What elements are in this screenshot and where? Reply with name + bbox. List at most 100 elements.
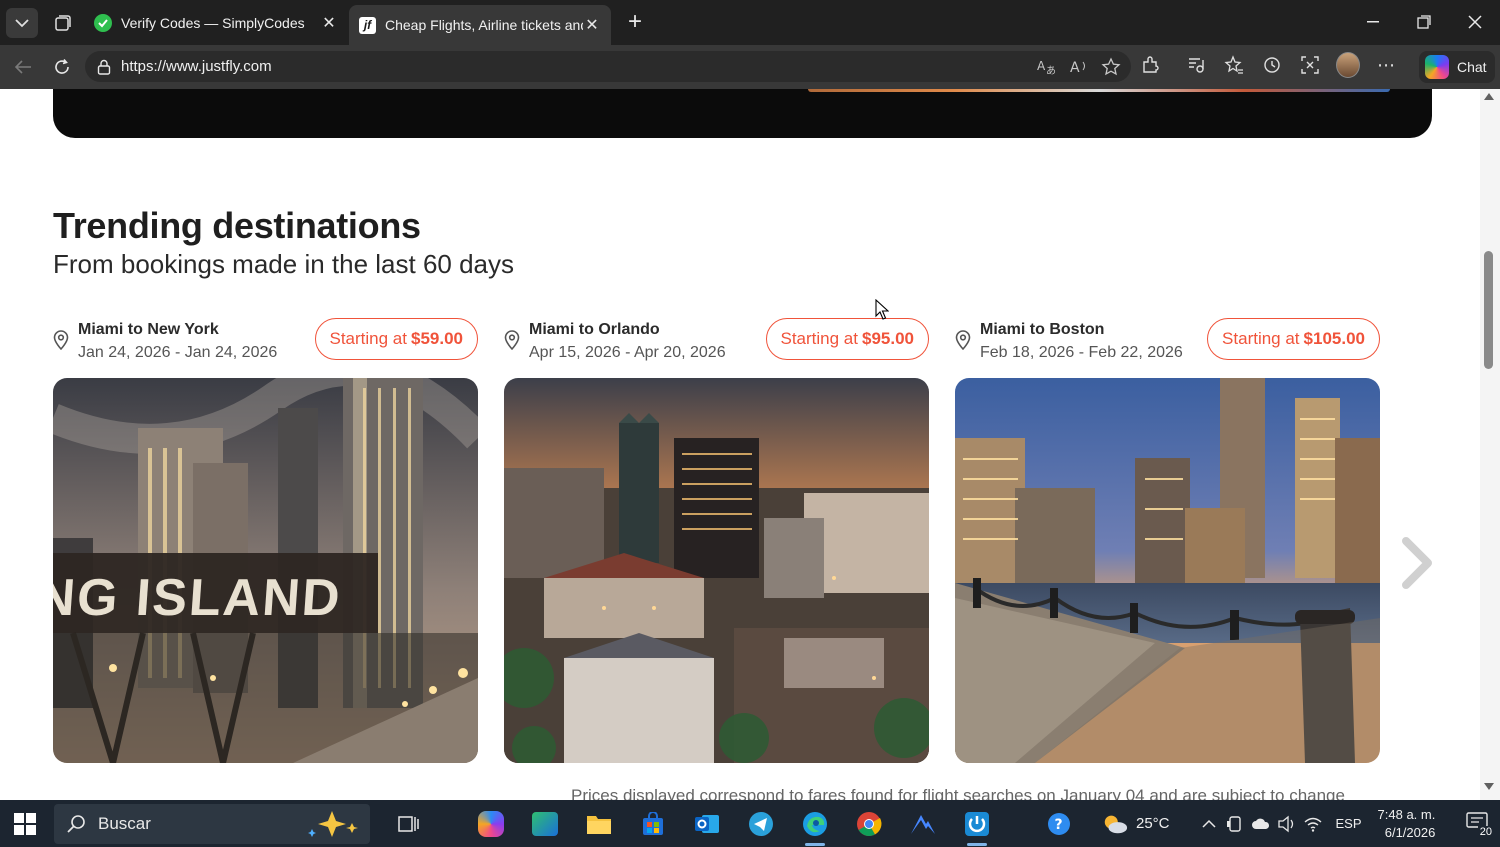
clock[interactable]: 7:48 a. m. 6/1/2026 [1378,806,1436,842]
hero-banner-bottom [53,89,1432,138]
back-arrow-icon [14,60,31,74]
wifi-icon[interactable] [1300,811,1326,837]
close-tab-icon[interactable]: ✕ [583,15,601,35]
close-window-button[interactable] [1455,8,1495,36]
store-icon [643,812,663,835]
taskbar-chrome[interactable] [842,806,896,842]
price-value: $95.00 [862,329,914,348]
restore-icon [1417,15,1431,29]
travel-dates: Jan 24, 2026 - Jan 24, 2026 [78,344,278,361]
destination-card-orlando[interactable]: Miami to Orlando Apr 15, 2026 - Apr 20, … [504,315,929,763]
vpn-app-icon [911,815,935,834]
taskbar-file-explorer[interactable] [572,806,626,842]
url-text[interactable]: https://www.justfly.com [121,58,272,75]
travel-dates: Feb 18, 2026 - Feb 22, 2026 [980,344,1183,361]
task-view-button[interactable] [382,806,436,842]
translate-icon[interactable]: Aあ [1035,55,1059,79]
back-button[interactable] [8,53,38,81]
workspaces-icon [55,15,71,31]
show-hidden-icons-chevron-icon[interactable] [1196,811,1222,837]
read-aloud-icon[interactable]: A [1067,55,1091,79]
media-control-icon[interactable] [1184,53,1208,77]
close-tab-icon[interactable]: ✕ [320,13,338,33]
price-badge[interactable]: Starting at $105.00 [1207,318,1380,360]
minimize-icon [1367,21,1379,23]
windows-logo-icon [14,813,36,835]
destination-image[interactable] [955,378,1380,763]
taskbar-nordvpn[interactable] [896,806,950,842]
travel-dates: Apr 15, 2026 - Apr 20, 2026 [529,344,726,361]
page-scrollbar[interactable] [1480,89,1500,800]
taskbar-search-box[interactable]: Buscar [54,804,370,844]
outlook-icon [695,815,719,833]
carousel-next-arrow-icon[interactable] [1400,537,1434,589]
profile-avatar[interactable] [1336,52,1360,78]
long-island-skyline-image: NG ISLAND [53,378,478,763]
taskbar-power-app[interactable] [950,806,1004,846]
scroll-down-arrow-icon[interactable] [1484,783,1494,790]
taskbar-outlook[interactable] [680,806,734,842]
destination-card-boston[interactable]: Miami to Boston Feb 18, 2026 - Feb 22, 2… [955,315,1380,763]
taskbar-telegram[interactable] [734,806,788,842]
restore-button[interactable] [1404,8,1444,36]
screenshot-icon[interactable] [1298,53,1322,77]
copilot-sparkle-icon [308,811,358,837]
scrollbar-thumb[interactable] [1484,251,1493,369]
taskbar-store[interactable] [626,806,680,842]
route-label: Miami to New York [78,321,219,338]
close-icon [1468,15,1482,29]
tab-title: Cheap Flights, Airline tickets and H [385,17,583,33]
svg-text:A: A [1037,59,1046,73]
avatar [1336,52,1360,78]
simplycodes-favicon-icon [94,13,112,32]
notification-center-button[interactable]: 20 [1466,812,1494,838]
taskbar-edu-app[interactable] [518,806,572,842]
location-pin-icon [53,330,69,350]
scroll-up-arrow-icon[interactable] [1484,93,1494,100]
chevron-down-icon [15,19,29,28]
onedrive-cloud-icon[interactable] [1248,811,1274,837]
volume-icon[interactable] [1274,811,1300,837]
destination-image[interactable] [504,378,929,763]
minimize-button[interactable] [1353,8,1393,36]
tab-justfly[interactable]: jf Cheap Flights, Airline tickets and H … [349,5,611,45]
mouse-cursor-icon [875,299,889,320]
tab-actions-menu-button[interactable] [6,8,38,38]
device-icon[interactable] [1222,811,1248,837]
system-tray: ? 25°C ESP 7:48 a. m. 6/1/2026 [1046,800,1453,847]
favorites-icon[interactable] [1222,53,1246,77]
new-tab-button[interactable]: + [620,8,650,38]
favorite-star-icon[interactable] [1099,55,1123,79]
workspaces-button[interactable] [48,8,78,38]
price-badge[interactable]: Starting at $59.00 [314,318,478,360]
svg-text:?: ? [1055,817,1063,833]
extensions-icon[interactable] [1138,53,1162,77]
weather-icon[interactable] [1102,811,1128,837]
price-prefix: Starting at [780,329,859,348]
start-button[interactable] [14,813,36,840]
taskbar-copilot-app[interactable] [464,806,518,842]
price-badge[interactable]: Starting at $95.00 [765,318,929,360]
more-menu-icon[interactable]: ⋯ [1374,53,1398,77]
destination-card-new-york[interactable]: Miami to New York Jan 24, 2026 - Jan 24,… [53,315,478,763]
price-prefix: Starting at [329,329,408,348]
svg-text:A: A [1070,60,1080,76]
copilot-chat-button[interactable]: Chat [1419,51,1495,83]
price-prefix: Starting at [1222,329,1300,348]
section-title: Trending destinations [53,205,421,246]
refresh-button[interactable] [47,53,77,81]
destination-image[interactable]: NG ISLAND [53,378,478,763]
copilot-icon [1425,55,1449,79]
page-viewport: Trending destinations From bookings made… [0,89,1480,800]
lock-icon [97,59,111,75]
notification-count: 20 [1477,826,1494,838]
history-icon[interactable] [1260,53,1284,77]
address-bar[interactable]: https://www.justfly.com Aあ A [85,51,1131,82]
telegram-icon [749,812,773,836]
education-app-icon [532,812,558,836]
tab-simplycodes[interactable]: Verify Codes — SimplyCodes ✕ [84,4,348,41]
island-sign-text: NG ISLAND [53,569,344,627]
help-icon[interactable]: ? [1046,811,1072,837]
language-indicator[interactable]: ESP [1336,816,1362,831]
taskbar-edge[interactable] [788,806,842,846]
